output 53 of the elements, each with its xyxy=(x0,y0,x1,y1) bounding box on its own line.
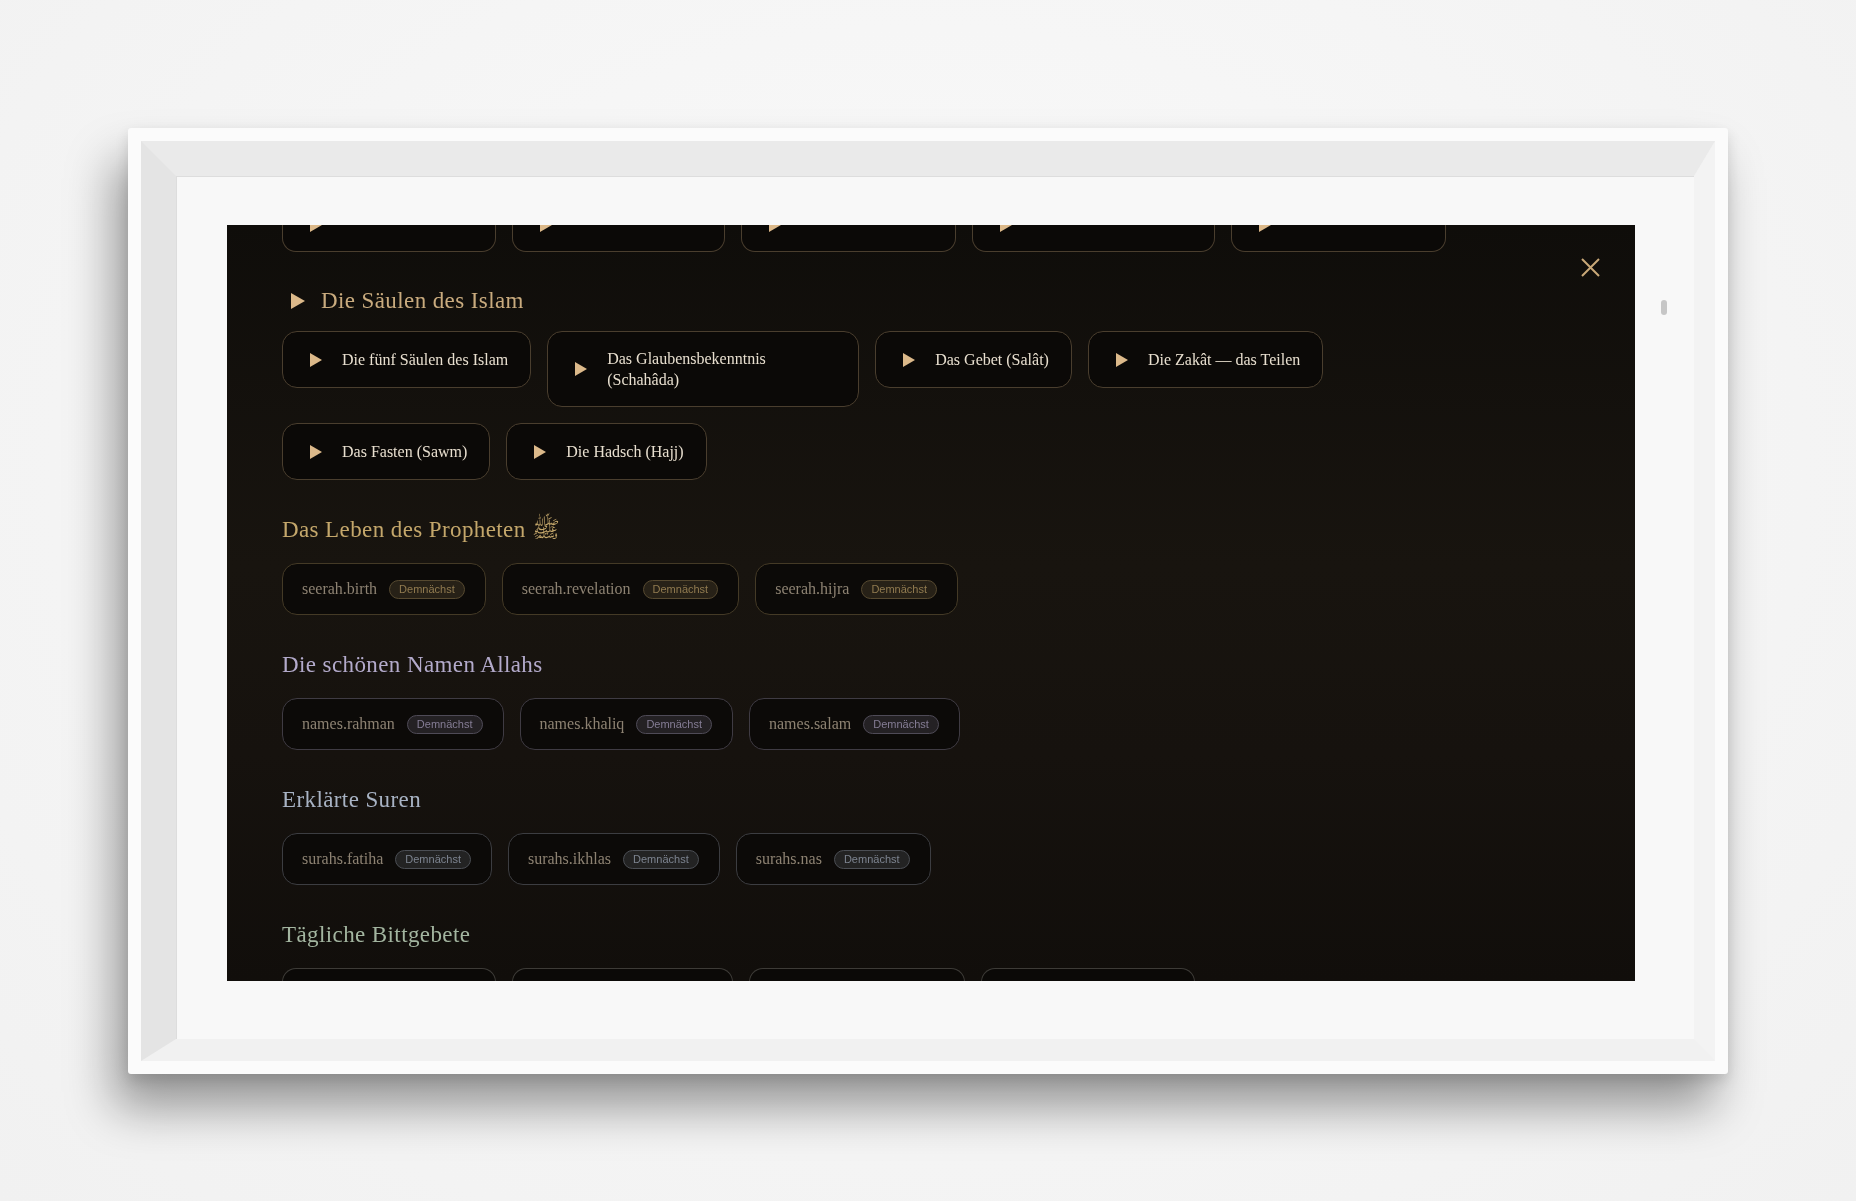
story-button[interactable] xyxy=(972,225,1215,252)
status-badge: Demnächst xyxy=(863,714,939,734)
story-button[interactable]: Das Gebet (Salât) xyxy=(875,331,1072,388)
play-icon xyxy=(903,352,916,367)
category-heading: Die schönen Namen Allahs xyxy=(282,651,543,679)
story-card[interactable] xyxy=(282,968,496,981)
card-title: surahs.fatiha xyxy=(302,850,384,868)
story-button[interactable] xyxy=(741,225,956,252)
story-card[interactable] xyxy=(981,968,1195,981)
story-button[interactable] xyxy=(282,225,496,252)
section-heading: Die Säulen des Islam xyxy=(321,287,524,315)
status-badge: Demnächst xyxy=(389,579,465,599)
play-icon xyxy=(310,225,322,232)
card-title: surahs.ikhlas xyxy=(527,850,612,868)
story-card[interactable] xyxy=(749,968,965,981)
story-button[interactable]: Die Hadsch (Hajj) xyxy=(506,423,707,480)
scrollbar-thumb[interactable] xyxy=(1661,300,1667,315)
story-button[interactable]: Die Zakât — das Teilen xyxy=(1087,331,1324,388)
category-heading: Tägliche Bittgebete xyxy=(282,921,471,949)
play-icon xyxy=(534,444,547,459)
status-badge: Demnächst xyxy=(636,714,712,734)
card-title: seerah.hijra xyxy=(775,580,850,598)
play-icon xyxy=(310,444,322,459)
story-button[interactable]: Das Glaubensbekenntnis (Schahâda) xyxy=(547,331,860,407)
card-title: names.rahman xyxy=(302,715,395,733)
play-icon xyxy=(575,362,588,376)
play-icon xyxy=(769,225,781,232)
close-button[interactable] xyxy=(1581,258,1600,277)
card-title: names.salam xyxy=(769,715,852,733)
category-heading: Das Leben des Propheten ﷺ xyxy=(282,515,560,545)
card-title: surahs.nas xyxy=(755,850,822,868)
play-icon xyxy=(1115,352,1128,367)
category-heading: Erklärte Suren xyxy=(282,786,422,814)
status-badge: Demnächst xyxy=(406,714,483,734)
story-button[interactable]: Das Fasten (Sawm) xyxy=(282,423,491,480)
story-button[interactable] xyxy=(1231,225,1446,252)
close-icon xyxy=(1581,258,1600,277)
story-button[interactable]: Die fünf Säulen des Islam xyxy=(282,331,532,388)
play-icon xyxy=(291,293,305,309)
play-icon xyxy=(1000,225,1012,232)
status-badge: Demnächst xyxy=(395,849,471,869)
status-badge: Demnächst xyxy=(861,579,937,599)
card-title: seerah.birth xyxy=(302,580,378,598)
story-card[interactable] xyxy=(512,968,733,981)
play-icon xyxy=(310,352,322,367)
status-badge: Demnächst xyxy=(642,579,719,599)
status-badge: Demnächst xyxy=(623,849,699,869)
play-icon xyxy=(540,225,552,232)
status-badge: Demnächst xyxy=(833,849,910,869)
story-button[interactable] xyxy=(512,225,725,252)
play-icon xyxy=(1259,225,1271,232)
card-title: names.khaliq xyxy=(539,715,625,733)
card-title: seerah.revelation xyxy=(521,580,631,598)
